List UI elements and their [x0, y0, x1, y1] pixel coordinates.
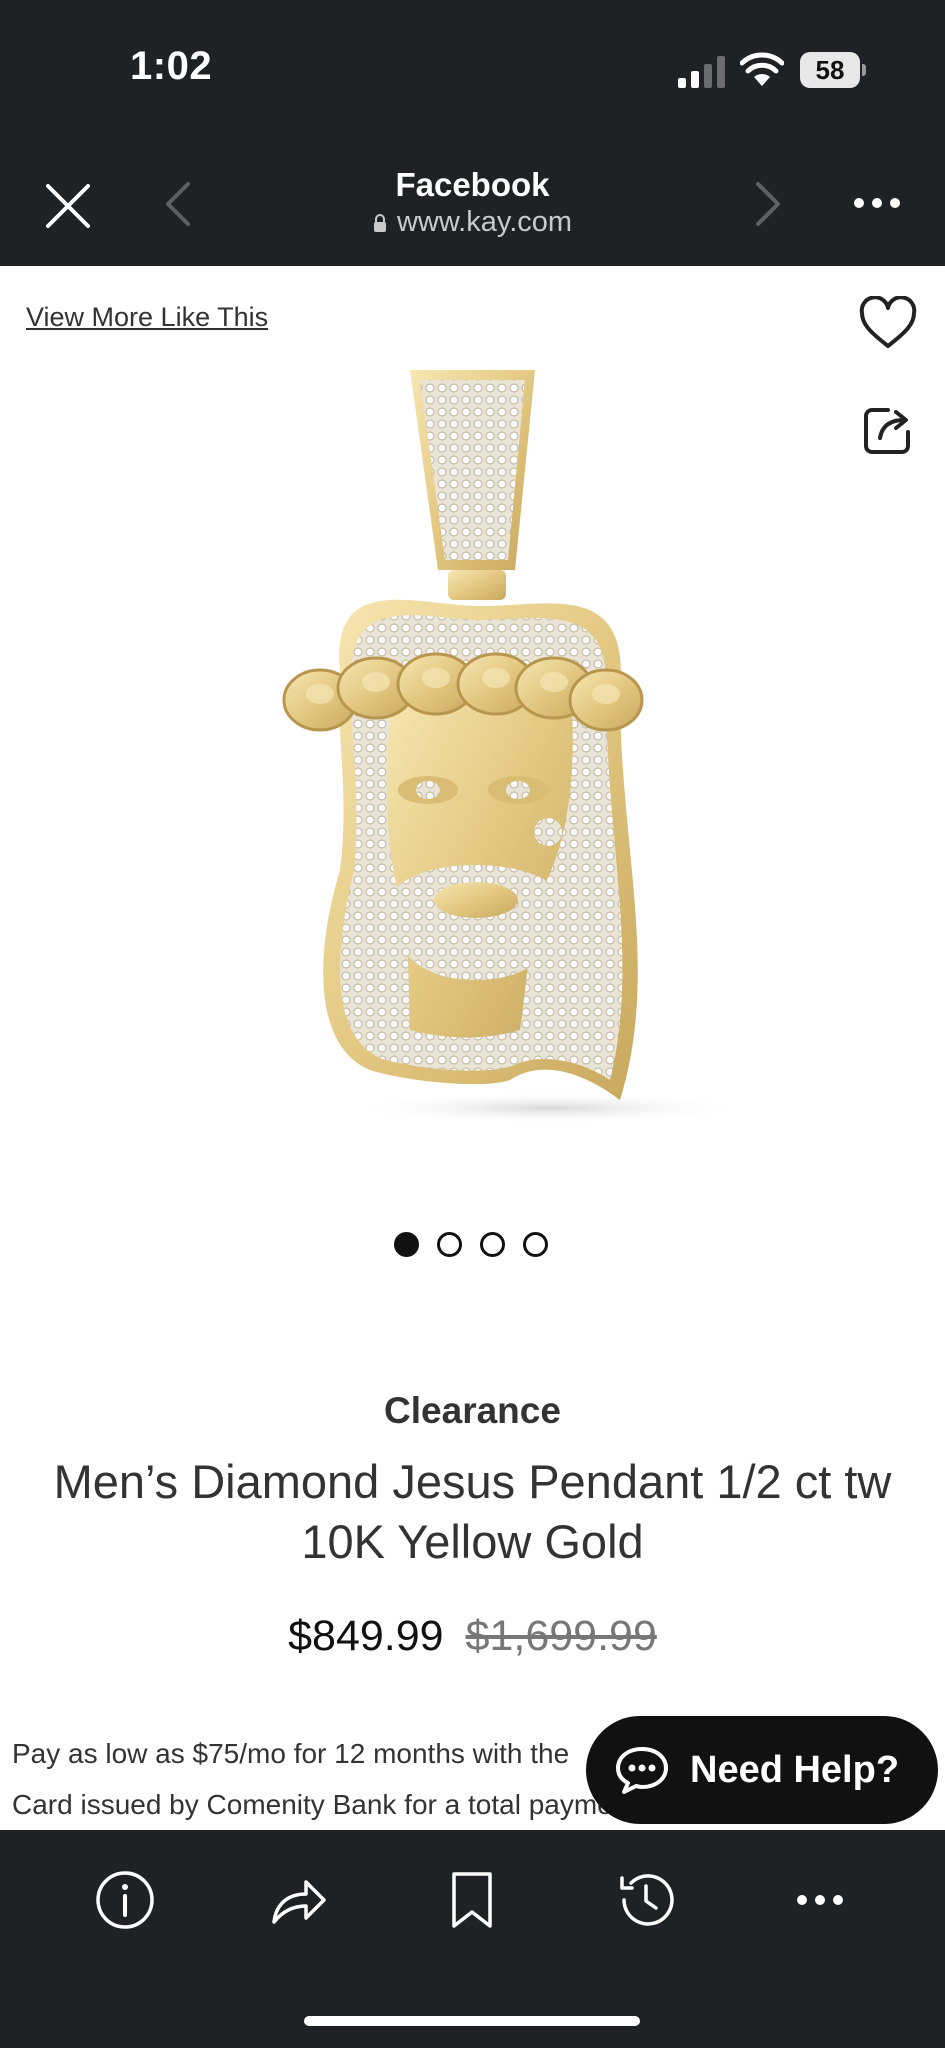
original-price: $1,699.99	[465, 1612, 657, 1660]
view-more-like-this-link[interactable]: View More Like This	[26, 302, 268, 333]
cellular-signal-icon	[678, 56, 725, 88]
page-source-title: Facebook	[395, 166, 550, 203]
need-help-button[interactable]: Need Help?	[586, 1716, 938, 1824]
clearance-badge: Clearance	[384, 1390, 561, 1431]
carousel-dot[interactable]	[523, 1232, 548, 1257]
need-help-label: Need Help?	[690, 1748, 900, 1791]
bookmark-icon[interactable]	[440, 1868, 504, 1932]
image-carousel-dots	[394, 1232, 548, 1257]
status-time: 1:02	[130, 44, 213, 88]
more-options-icon[interactable]	[852, 190, 902, 216]
history-icon[interactable]	[614, 1868, 678, 1932]
price-block: $849.99 $1,699.99	[0, 1612, 945, 1661]
product-title: Men’s Diamond Jesus Pendant 1/2 ct tw 10…	[53, 1455, 892, 1568]
url-bar[interactable]: www.kay.com	[0, 206, 945, 239]
carousel-dot[interactable]	[480, 1232, 505, 1257]
carousel-dot[interactable]	[437, 1232, 462, 1257]
lock-icon	[373, 214, 386, 232]
product-image[interactable]	[280, 370, 760, 1130]
home-indicator[interactable]	[304, 2016, 640, 2026]
current-price: $849.99	[288, 1612, 444, 1660]
wishlist-heart-icon[interactable]	[858, 296, 918, 352]
share-icon[interactable]	[862, 404, 914, 456]
forward-arrow-icon[interactable]	[748, 178, 788, 230]
share-icon[interactable]	[266, 1868, 330, 1932]
carousel-dot[interactable]	[394, 1232, 419, 1257]
battery-level: 58	[800, 52, 860, 88]
chat-bubble-icon	[616, 1747, 668, 1794]
wifi-icon	[740, 52, 784, 86]
info-icon[interactable]	[93, 1868, 157, 1932]
url-text: www.kay.com	[396, 206, 573, 238]
browser-header: 1:02 58 Facebook www.kay.com	[0, 0, 945, 266]
battery-icon: 58	[800, 52, 866, 88]
more-icon[interactable]	[788, 1868, 852, 1932]
